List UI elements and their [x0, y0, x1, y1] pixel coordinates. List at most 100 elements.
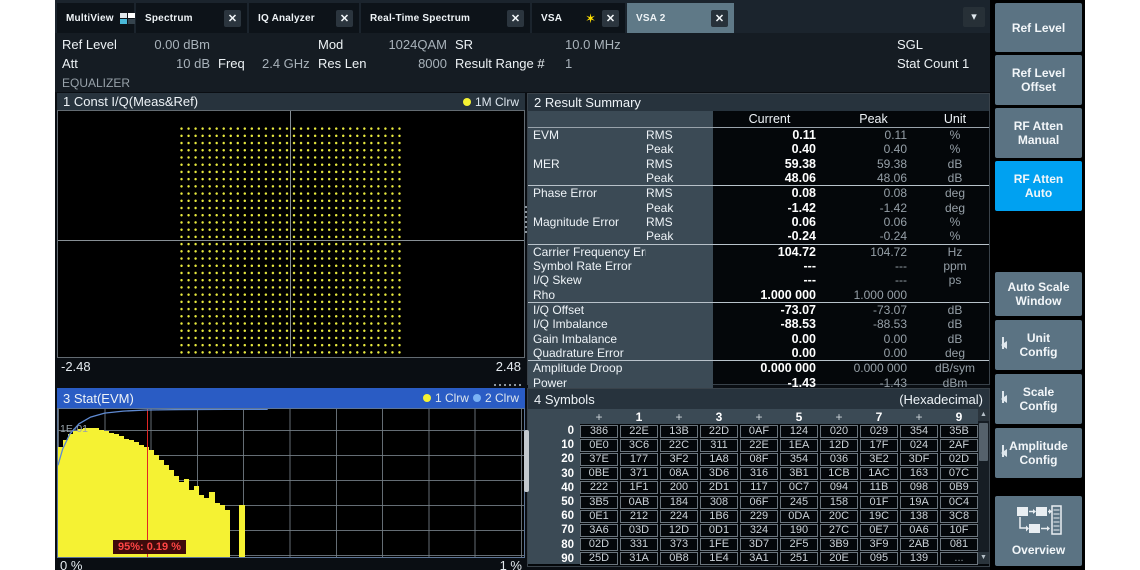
tab-vsa[interactable]: VSA ✶ ✕ [532, 3, 625, 33]
symbols-col-header: 1 [620, 410, 658, 424]
scroll-up-icon[interactable]: ▲ [978, 409, 989, 421]
symbols-row-label: 10 [528, 439, 580, 451]
result-unit: deg [921, 201, 989, 215]
tab-overflow-dropdown[interactable]: ▾ [963, 7, 985, 27]
x-axis-max-label: 2.48 [496, 359, 521, 374]
trace2-label: 2 Clrw [485, 391, 519, 405]
tab-vsa-2[interactable]: VSA 2✕ [627, 3, 734, 33]
softkey-ref-level-offset[interactable]: Ref Level Offset [995, 55, 1082, 105]
mod-value[interactable]: 1024QAM [355, 37, 447, 52]
symbols-cell: 3B9 [820, 538, 858, 551]
tab-label: VSA [541, 13, 562, 24]
close-icon[interactable]: ✕ [711, 10, 728, 27]
close-icon[interactable]: ✕ [224, 10, 241, 27]
result-row: Gain Imbalance0.000.00dB [528, 332, 989, 346]
softkey-auto-scale-window[interactable]: Auto Scale Window [995, 272, 1082, 316]
tab-iq-analyzer[interactable]: IQ Analyzer✕ [249, 3, 359, 33]
submenu-arrow-icon [1001, 341, 1007, 349]
result-current-value: 0.06 [713, 215, 826, 229]
sr-value[interactable]: 10.0 MHz [565, 37, 621, 52]
symbols-cell: 2F5 [780, 538, 818, 551]
result-peak-value: --- [826, 273, 921, 287]
symbols-cell: 13B [660, 425, 698, 438]
symbols-cell: 251 [780, 552, 818, 565]
symbols-cell: 3D7 [740, 538, 778, 551]
result-current-value: 1.000 000 [713, 288, 826, 302]
symbols-row: 8002D3313731FE3D72F53B93F92AB081 [528, 538, 989, 552]
result-row: Peak48.0648.06dB [528, 171, 989, 185]
page-background: MultiViewSpectrum✕IQ Analyzer✕Real-Time … [0, 0, 1140, 570]
channel-tab-bar: MultiViewSpectrum✕IQ Analyzer✕Real-Time … [55, 0, 990, 33]
result-detail: RMS [646, 157, 713, 171]
symbols-cell: 0E1 [580, 510, 618, 523]
symbols-cell: 184 [660, 496, 698, 509]
tab-multiview[interactable]: MultiView [57, 3, 134, 33]
result-current-value: -73.07 [713, 303, 826, 317]
constellation-trace-legend: 1M Clrw [463, 95, 519, 109]
scroll-down-icon[interactable]: ▼ [978, 552, 989, 564]
evm-statistics-panel-header: 3 Stat(EVM) 1 Clrw 2 Clrw [57, 388, 525, 408]
softkey-label: Auto Scale Window [1007, 280, 1071, 308]
result-peak-value: 0.11 [826, 128, 921, 142]
sr-label: SR [455, 37, 473, 52]
freq-value[interactable]: 2.4 GHz [262, 56, 310, 71]
softkey-rf-atten-manual[interactable]: RF Atten Manual [995, 108, 1082, 158]
result-table-header: Current Peak Unit [528, 111, 989, 128]
result-row: I/Q Skew------ps [528, 273, 989, 287]
ref-level-value[interactable]: 0.00 dBm [127, 37, 210, 52]
symbols-cell: 0BE [580, 467, 618, 480]
softkey-ref-level[interactable]: Ref Level [995, 3, 1082, 52]
symbols-cell: 01F [860, 496, 898, 509]
result-unit: deg [921, 346, 989, 360]
tab-real-time-spectrum[interactable]: Real-Time Spectrum✕ [361, 3, 530, 33]
symbols-col-header: 7 [860, 410, 898, 424]
column-header-peak: Peak [826, 111, 921, 127]
symbols-row: 038622E13B22D0AF12402002935435B [528, 424, 989, 438]
tab-spectrum[interactable]: Spectrum ✕ [136, 3, 247, 33]
symbols-cell: 20E [820, 552, 858, 565]
softkey-scale-config[interactable]: Scale Config [995, 374, 1082, 424]
vertical-splitter-handle[interactable] [524, 205, 528, 235]
result-peak-value: 0.40 [826, 142, 921, 156]
symbols-panel-header: 4 Symbols (Hexadecimal) [528, 389, 989, 409]
multiview-grid-icon [120, 13, 135, 24]
symbols-cell: 1E4 [700, 552, 738, 565]
vsa-application-window: MultiViewSpectrum✕IQ Analyzer✕Real-Time … [55, 0, 1085, 570]
symbols-scrollbar[interactable]: ▲ ▼ [978, 409, 989, 564]
softkey-amplitude-config[interactable]: Amplitude Config [995, 428, 1082, 478]
tab-label: Spectrum [145, 13, 193, 24]
symbols-cell: 190 [780, 524, 818, 537]
result-peak-value: 0.00 [826, 346, 921, 360]
bottom-panels-splitter-handle[interactable] [524, 430, 529, 492]
x-axis-min-label: -2.48 [61, 359, 91, 374]
symbols-cell: 124 [780, 425, 818, 438]
res-len-value[interactable]: 8000 [355, 56, 447, 71]
scrollbar-thumb[interactable] [979, 423, 988, 461]
result-detail [646, 303, 713, 317]
result-table: Current Peak Unit EVMRMS0.110.11%Peak0.4… [528, 111, 989, 384]
result-current-value: --- [713, 273, 826, 287]
symbols-row-label: 60 [528, 510, 580, 522]
close-icon[interactable]: ✕ [336, 10, 353, 27]
result-row: Peak-1.42-1.42deg [528, 201, 989, 215]
result-peak-value: 0.06 [826, 215, 921, 229]
result-range-value[interactable]: 1 [565, 56, 572, 71]
softkey-overview[interactable]: Overview [995, 496, 1082, 566]
symbols-cell: 17F [860, 439, 898, 452]
symbols-cell: 1FE [700, 538, 738, 551]
softkey-unit-config[interactable]: Unit Config [995, 320, 1082, 370]
softkey-label: Amplitude Config [1007, 439, 1071, 467]
horizontal-splitter-handle[interactable] [493, 383, 523, 387]
close-icon[interactable]: ✕ [602, 10, 619, 27]
symbols-cell: 25D [580, 552, 618, 565]
favorite-star-icon: ✶ [585, 12, 596, 25]
symbols-cell: 3B5 [580, 496, 618, 509]
att-value[interactable]: 10 dB [127, 56, 210, 71]
result-table-body: EVMRMS0.110.11%Peak0.400.40%MERRMS59.385… [528, 128, 989, 390]
symbols-cell: 3C6 [620, 439, 658, 452]
softkey-rf-atten-auto[interactable]: RF Atten Auto [995, 161, 1082, 211]
symbols-cell: 1F1 [620, 481, 658, 494]
symbols-row-label: 0 [528, 425, 580, 437]
result-peak-value: 1.000 000 [826, 288, 921, 302]
close-icon[interactable]: ✕ [507, 10, 524, 27]
